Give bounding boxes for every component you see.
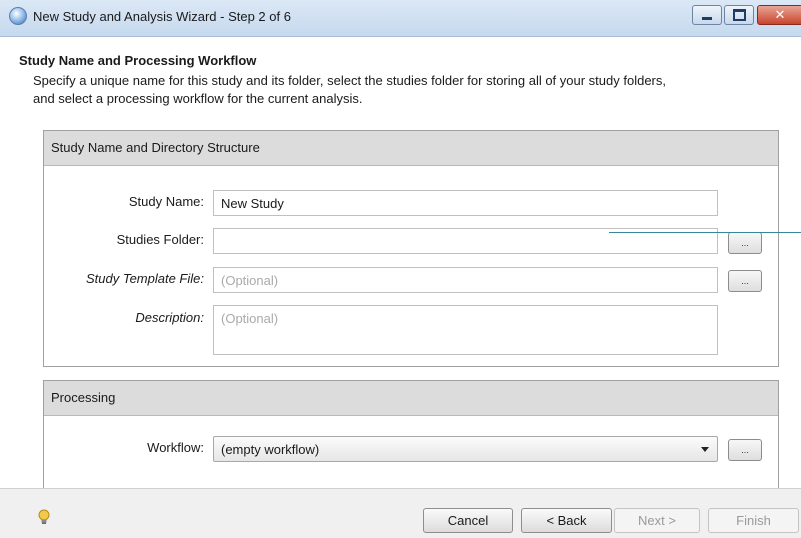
- step-description: Specify a unique name for this study and…: [33, 72, 783, 108]
- lightbulb-icon[interactable]: [37, 509, 51, 525]
- wizard-globe-icon: [9, 7, 27, 25]
- minimize-button[interactable]: [692, 5, 722, 25]
- study-template-label: Study Template File:: [85, 271, 204, 286]
- workflow-label: Workflow:: [147, 440, 204, 455]
- workflow-selected-value: (empty workflow): [221, 442, 320, 457]
- minimize-icon: [702, 16, 712, 20]
- window-title: New Study and Analysis Wizard - Step 2 o…: [33, 9, 291, 24]
- maximize-button[interactable]: [724, 5, 754, 25]
- studies-folder-label: Studies Folder:: [116, 232, 204, 247]
- next-button[interactable]: Next >: [614, 508, 700, 533]
- study-name-input[interactable]: New Study: [213, 190, 718, 216]
- step-description-line-1: Specify a unique name for this study and…: [33, 73, 667, 88]
- maximize-icon: [732, 9, 746, 21]
- title-bar: New Study and Analysis Wizard - Step 2 o…: [0, 0, 801, 37]
- workflow-browse-button[interactable]: ...: [728, 439, 762, 461]
- study-name-group: Study Name and Directory Structure Study…: [43, 130, 779, 367]
- description-textarea[interactable]: (Optional): [213, 305, 718, 355]
- wizard-footer: Cancel < Back Next > Finish: [0, 488, 801, 538]
- description-label: Description:: [135, 310, 204, 325]
- chevron-down-icon: [701, 447, 709, 452]
- cancel-button[interactable]: Cancel: [423, 508, 513, 533]
- wizard-content: Study Name and Directory Structure Study…: [0, 122, 801, 488]
- close-icon: ✕: [774, 7, 786, 22]
- wizard-header: Study Name and Processing Workflow Speci…: [0, 37, 801, 122]
- processing-group: Processing Workflow: (empty workflow) ..…: [43, 380, 779, 488]
- workflow-select[interactable]: (empty workflow): [213, 436, 718, 462]
- callout-line: [609, 232, 801, 233]
- wizard-window: New Study and Analysis Wizard - Step 2 o…: [0, 0, 801, 538]
- study-name-group-title: Study Name and Directory Structure: [44, 131, 778, 166]
- study-template-browse-button[interactable]: ...: [728, 270, 762, 292]
- finish-button[interactable]: Finish: [708, 508, 799, 533]
- close-button[interactable]: ✕: [757, 5, 801, 25]
- processing-group-title: Processing: [44, 381, 778, 416]
- step-title: Study Name and Processing Workflow: [19, 53, 257, 68]
- study-name-label: Study Name:: [128, 194, 204, 209]
- study-template-input[interactable]: (Optional): [213, 267, 718, 293]
- back-button[interactable]: < Back: [521, 508, 612, 533]
- studies-folder-browse-button[interactable]: ...: [728, 232, 762, 254]
- step-description-line-2: and select a processing workflow for the…: [33, 91, 363, 106]
